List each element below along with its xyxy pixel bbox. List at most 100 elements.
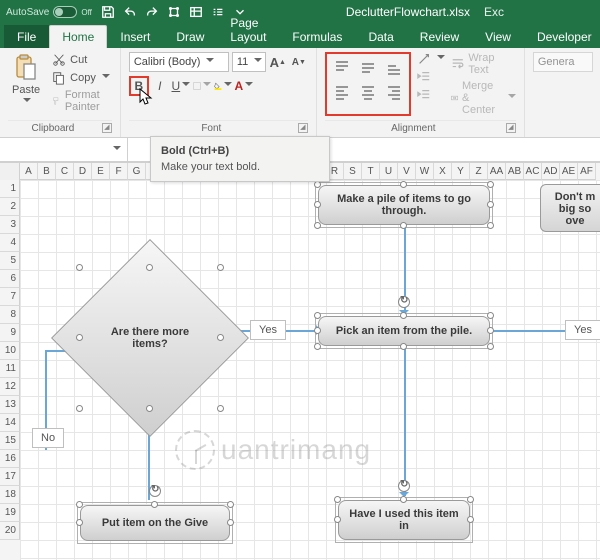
- col-header[interactable]: AC: [524, 163, 542, 180]
- cell-area[interactable]: uantrimang Make a pile of items to go th…: [20, 180, 600, 560]
- resize-handle[interactable]: [314, 327, 321, 334]
- row-header[interactable]: 10: [0, 342, 20, 360]
- row-header[interactable]: 1: [0, 180, 20, 198]
- increase-indent-button[interactable]: [417, 88, 445, 102]
- col-header[interactable]: Y: [452, 163, 470, 180]
- resize-handle[interactable]: [400, 222, 407, 229]
- name-box[interactable]: [0, 138, 128, 161]
- col-header[interactable]: AD: [542, 163, 560, 180]
- label-no[interactable]: No: [32, 428, 64, 448]
- col-header[interactable]: B: [38, 163, 56, 180]
- row-header[interactable]: 14: [0, 414, 20, 432]
- resize-handle[interactable]: [334, 516, 341, 523]
- resize-handle[interactable]: [314, 312, 321, 319]
- resize-handle[interactable]: [217, 264, 224, 271]
- col-header[interactable]: E: [92, 163, 110, 180]
- wrap-text-button[interactable]: Wrap Text: [451, 52, 516, 76]
- row-header[interactable]: 18: [0, 486, 20, 504]
- tab-formulas[interactable]: Formulas: [279, 25, 355, 48]
- dialog-launcher-icon[interactable]: ◢: [298, 123, 308, 133]
- resize-handle[interactable]: [76, 405, 83, 412]
- cut-button[interactable]: Cut: [50, 52, 112, 68]
- row-header[interactable]: 7: [0, 288, 20, 306]
- font-name-combo[interactable]: Calibri (Body): [129, 52, 229, 72]
- row-header[interactable]: 11: [0, 360, 20, 378]
- qat-btn-2[interactable]: [188, 4, 204, 20]
- resize-handle[interactable]: [400, 496, 407, 503]
- label-yes-2[interactable]: Yes: [565, 320, 600, 340]
- resize-handle[interactable]: [217, 405, 224, 412]
- resize-handle[interactable]: [314, 181, 321, 188]
- resize-handle[interactable]: [487, 222, 494, 229]
- increase-font-button[interactable]: A▲: [269, 53, 287, 71]
- resize-handle[interactable]: [76, 264, 83, 271]
- row-header[interactable]: 5: [0, 252, 20, 270]
- font-color-button[interactable]: A: [234, 76, 254, 96]
- redo-icon[interactable]: [144, 4, 160, 20]
- resize-handle[interactable]: [227, 501, 234, 508]
- tab-insert[interactable]: Insert: [107, 25, 163, 48]
- autosave-toggle[interactable]: AutoSave Off: [6, 6, 92, 18]
- col-header[interactable]: S: [344, 163, 362, 180]
- col-header[interactable]: C: [56, 163, 74, 180]
- tab-page-layout[interactable]: Page Layout: [217, 11, 279, 48]
- shape-decision-more-items[interactable]: Are there more items?: [80, 268, 220, 408]
- tab-draw[interactable]: Draw: [163, 25, 217, 48]
- tab-data[interactable]: Data: [355, 25, 406, 48]
- col-header[interactable]: D: [74, 163, 92, 180]
- rotate-handle[interactable]: [149, 485, 161, 497]
- col-header[interactable]: U: [380, 163, 398, 180]
- row-header[interactable]: 3: [0, 216, 20, 234]
- tab-review[interactable]: Review: [407, 25, 472, 48]
- col-header[interactable]: A: [20, 163, 38, 180]
- align-center-button[interactable]: [356, 81, 380, 103]
- resize-handle[interactable]: [467, 496, 474, 503]
- resize-handle[interactable]: [400, 343, 407, 350]
- align-bottom-button[interactable]: [382, 57, 406, 79]
- select-all-button[interactable]: [0, 163, 20, 180]
- format-painter-button[interactable]: Format Painter: [50, 88, 112, 114]
- rotate-handle[interactable]: [398, 480, 410, 492]
- decrease-indent-button[interactable]: [417, 70, 445, 84]
- border-button[interactable]: [192, 76, 212, 96]
- resize-handle[interactable]: [76, 519, 83, 526]
- fill-color-button[interactable]: [213, 76, 233, 96]
- shape-make-pile[interactable]: Make a pile of items to go through.: [318, 185, 490, 225]
- resize-handle[interactable]: [487, 181, 494, 188]
- col-header[interactable]: Z: [470, 163, 488, 180]
- resize-handle[interactable]: [400, 181, 407, 188]
- resize-handle[interactable]: [314, 343, 321, 350]
- col-header[interactable]: AB: [506, 163, 524, 180]
- row-header[interactable]: 9: [0, 324, 20, 342]
- row-header[interactable]: 19: [0, 504, 20, 522]
- col-header[interactable]: W: [416, 163, 434, 180]
- resize-handle[interactable]: [487, 327, 494, 334]
- save-icon[interactable]: [100, 4, 116, 20]
- resize-handle[interactable]: [227, 519, 234, 526]
- shape-have-used[interactable]: Have I used this item in: [338, 500, 470, 540]
- resize-handle[interactable]: [146, 405, 153, 412]
- row-header[interactable]: 12: [0, 378, 20, 396]
- col-header[interactable]: G: [128, 163, 146, 180]
- resize-handle[interactable]: [400, 312, 407, 319]
- resize-handle[interactable]: [146, 264, 153, 271]
- row-header[interactable]: 15: [0, 432, 20, 450]
- orientation-button[interactable]: [417, 52, 445, 66]
- autosave-switch[interactable]: [53, 6, 77, 18]
- bold-button[interactable]: B: [129, 76, 149, 96]
- tab-view[interactable]: View: [472, 25, 524, 48]
- resize-handle[interactable]: [76, 501, 83, 508]
- row-header[interactable]: 2: [0, 198, 20, 216]
- resize-handle[interactable]: [76, 334, 83, 341]
- qat-btn-1[interactable]: [166, 4, 182, 20]
- tab-developer[interactable]: Developer: [524, 25, 600, 48]
- row-header[interactable]: 13: [0, 396, 20, 414]
- undo-icon[interactable]: [122, 4, 138, 20]
- resize-handle[interactable]: [314, 222, 321, 229]
- resize-handle[interactable]: [334, 496, 341, 503]
- paste-button[interactable]: Paste: [8, 52, 44, 114]
- tab-home[interactable]: Home: [49, 25, 107, 48]
- col-header[interactable]: F: [110, 163, 128, 180]
- label-yes-1[interactable]: Yes: [250, 320, 286, 340]
- shape-put-give[interactable]: Put item on the Give: [80, 505, 230, 541]
